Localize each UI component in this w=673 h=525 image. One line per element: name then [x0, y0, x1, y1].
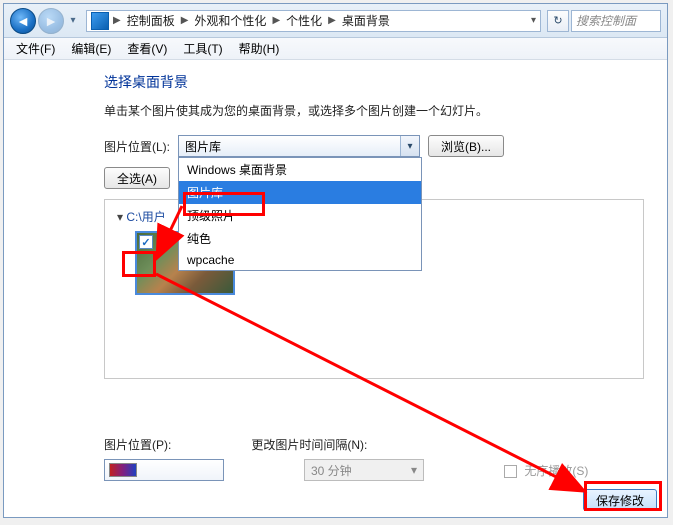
thumbnail-checkbox[interactable]: ✓ — [139, 235, 153, 249]
position-dropdown[interactable] — [104, 459, 224, 481]
dropdown-option[interactable]: Windows 桌面背景 — [179, 158, 421, 181]
page-title: 选择桌面背景 — [104, 72, 651, 92]
refresh-button[interactable]: ↻ — [547, 10, 569, 32]
position-preview-icon — [109, 463, 137, 477]
footer-area: 图片位置(P): 更改图片时间间隔(N): 30 分钟 ▾ 无序播放(S) — [4, 436, 667, 481]
location-dropdown-list: Windows 桌面背景 图片库 顶级照片 纯色 wpcache — [178, 157, 422, 271]
breadcrumb-desktop-bg[interactable]: 桌面背景 — [340, 11, 392, 30]
navigation-bar: ◄ ► ▾ ▶ 控制面板 ▶ 外观和个性化 ▶ 个性化 ▶ 桌面背景 ▾ ↻ 搜… — [4, 4, 667, 38]
shuffle-checkbox[interactable] — [504, 465, 517, 478]
back-button[interactable]: ◄ — [10, 8, 36, 34]
location-combobox[interactable]: 图片库 Windows 桌面背景 图片库 顶级照片 纯色 wpcache — [178, 135, 420, 157]
dropdown-option-selected[interactable]: 图片库 — [179, 181, 421, 204]
window-frame: ◄ ► ▾ ▶ 控制面板 ▶ 外观和个性化 ▶ 个性化 ▶ 桌面背景 ▾ ↻ 搜… — [3, 3, 668, 518]
dropdown-option[interactable]: 纯色 — [179, 227, 421, 250]
chevron-right-icon: ▶ — [113, 15, 121, 26]
tree-root-label: C:\用户 — [126, 210, 165, 224]
menu-edit[interactable]: 编辑(E) — [63, 38, 119, 59]
dropdown-option[interactable]: 顶级照片 — [179, 204, 421, 227]
location-combobox-value: 图片库 — [185, 138, 221, 155]
interval-dropdown[interactable]: 30 分钟 ▾ — [304, 459, 424, 481]
breadcrumb-bar: ▶ 控制面板 ▶ 外观和个性化 ▶ 个性化 ▶ 桌面背景 ▾ — [86, 10, 541, 32]
menu-tools[interactable]: 工具(T) — [175, 38, 230, 59]
location-label: 图片位置(L): — [104, 138, 170, 155]
shuffle-checkbox-group[interactable]: 无序播放(S) — [504, 462, 588, 479]
chevron-down-icon: ▾ — [411, 463, 417, 477]
page-subtitle: 单击某个图片使其成为您的桌面背景，或选择多个图片创建一个幻灯片。 — [104, 102, 651, 119]
browse-button[interactable]: 浏览(B)... — [428, 135, 504, 157]
select-all-button[interactable]: 全选(A) — [104, 167, 170, 189]
save-changes-button[interactable]: 保存修改 — [583, 489, 657, 511]
location-row: 图片位置(L): 图片库 Windows 桌面背景 图片库 顶级照片 纯色 wp… — [104, 135, 651, 157]
menu-help[interactable]: 帮助(H) — [231, 38, 288, 59]
tree-caret-icon: ▾ — [117, 210, 123, 224]
chevron-right-icon: ▶ — [181, 15, 189, 26]
search-input[interactable]: 搜索控制面 — [571, 10, 661, 32]
interval-value: 30 分钟 — [311, 462, 352, 479]
menu-file[interactable]: 文件(F) — [8, 38, 63, 59]
chevron-right-icon: ▶ — [328, 15, 336, 26]
breadcrumb-personalization[interactable]: 个性化 — [284, 11, 324, 30]
breadcrumb-appearance[interactable]: 外观和个性化 — [192, 11, 268, 30]
save-area: 保存修改 — [583, 489, 657, 511]
forward-button[interactable]: ► — [38, 8, 64, 34]
shuffle-label: 无序播放(S) — [524, 464, 588, 478]
chevron-right-icon: ▶ — [272, 15, 280, 26]
content-area: 选择桌面背景 单击某个图片使其成为您的桌面背景，或选择多个图片创建一个幻灯片。 … — [4, 60, 667, 379]
breadcrumb-control-panel[interactable]: 控制面板 — [125, 11, 177, 30]
history-dropdown-icon[interactable]: ▾ — [66, 11, 80, 31]
menu-view[interactable]: 查看(V) — [119, 38, 175, 59]
address-dropdown-icon[interactable]: ▾ — [531, 15, 536, 26]
menu-bar: 文件(F) 编辑(E) 查看(V) 工具(T) 帮助(H) — [4, 38, 667, 60]
control-panel-icon — [91, 12, 109, 30]
dropdown-option[interactable]: wpcache — [179, 250, 421, 270]
position-label: 图片位置(P): — [104, 436, 171, 453]
interval-label: 更改图片时间间隔(N): — [251, 436, 367, 453]
